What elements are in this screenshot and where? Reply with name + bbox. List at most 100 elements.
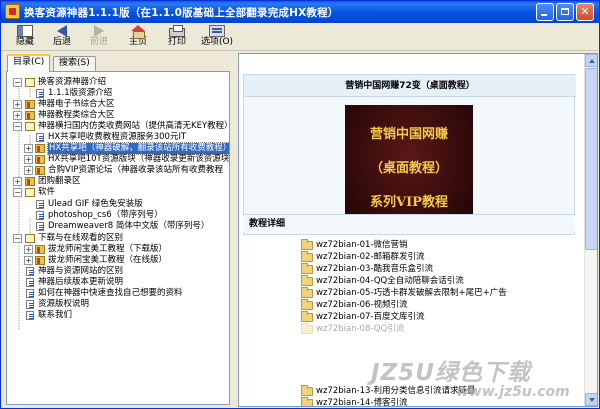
- open-book-icon: [25, 78, 35, 87]
- page-icon: [36, 211, 44, 220]
- collapse-icon[interactable]: −: [13, 122, 22, 131]
- options-button[interactable]: 选项(O): [195, 23, 239, 51]
- file-label: wz72bian-03-酷我音乐盒引流: [316, 264, 434, 274]
- tree-item-label: 神器后续版本更新说明: [38, 277, 124, 287]
- close-button[interactable]: ✕: [576, 3, 594, 21]
- scroll-up-icon: [589, 59, 595, 63]
- tree-item-label: 团购翻录区: [38, 176, 81, 186]
- back-arrow-icon: [57, 25, 67, 37]
- tree-item-label: 合购VIP资源论坛（神器收录该站所有收费教程: [48, 165, 223, 175]
- page-icon: [26, 278, 34, 287]
- tab-search[interactable]: 搜索(S): [53, 56, 96, 71]
- print-button[interactable]: 打印: [158, 23, 196, 51]
- detail-heading: 教程详细: [243, 214, 575, 232]
- printer-icon: [169, 25, 185, 37]
- tree-item-label: HX共享吧收费教程资源服务300元IT: [48, 132, 187, 142]
- page-icon: [36, 200, 44, 209]
- cover-line: 系列VIP教程: [370, 195, 448, 210]
- closed-book-icon: [35, 155, 45, 164]
- expand-icon[interactable]: +: [13, 177, 22, 186]
- maximize-button[interactable]: [556, 3, 574, 21]
- tree-item-label: HX共享吧10T资源版块（神器收录更新该资源块所: [48, 154, 230, 164]
- expand-icon[interactable]: +: [24, 144, 33, 153]
- page-icon: [26, 300, 34, 309]
- navigation-pane: 目录(C) 搜索(S) − 换客资源神器介绍 1.1.1版资源介绍 + 神器电子…: [3, 52, 233, 407]
- file-label: wz72bian-06-视频引流: [316, 300, 408, 310]
- tree-item-label: photoshop_cs6（带序列号）: [48, 210, 163, 220]
- page-icon: [26, 311, 34, 320]
- file-label: wz72bian-05-巧透卡群发破解去限制+尾巴+广告: [316, 288, 507, 298]
- folder-icon: [301, 239, 313, 250]
- collapse-icon[interactable]: −: [13, 234, 22, 243]
- home-icon: [130, 25, 146, 39]
- close-icon: ✕: [580, 5, 590, 18]
- title-bar[interactable]: 换客资源神器1.1.1版（在1.1.0版基础上全部翻录完成HX教程） ✕: [1, 1, 599, 23]
- watermark-title: JZ5U绿色下载: [371, 360, 531, 386]
- nav-tabs: 目录(C) 搜索(S): [5, 54, 231, 72]
- back-button[interactable]: 后退: [43, 23, 81, 51]
- folder-icon: [301, 275, 313, 286]
- minimize-button[interactable]: [536, 3, 554, 21]
- cover-line: 营销中国网赚: [369, 127, 448, 142]
- expand-icon[interactable]: +: [24, 155, 33, 164]
- page-icon: [36, 89, 44, 98]
- vertical-scrollbar[interactable]: [584, 54, 597, 406]
- expand-icon[interactable]: +: [24, 245, 33, 254]
- maximize-icon: [561, 8, 569, 15]
- expand-icon[interactable]: +: [13, 111, 22, 120]
- tree-item-label: 资源版权说明: [38, 299, 90, 309]
- forward-button[interactable]: 前进: [80, 23, 118, 51]
- page-icon: [36, 133, 44, 142]
- forward-arrow-icon: [94, 25, 104, 37]
- scroll-up-button[interactable]: [585, 54, 597, 67]
- open-book-icon: [25, 122, 35, 131]
- scroll-thumb[interactable]: [585, 68, 597, 250]
- scroll-down-button[interactable]: [585, 393, 597, 406]
- expand-icon[interactable]: +: [13, 100, 22, 109]
- open-book-icon: [25, 188, 35, 197]
- tree-item-label: 下载与在线观看的区别: [38, 233, 124, 243]
- back-label: 后退: [52, 37, 71, 47]
- closed-book-icon: [25, 111, 35, 120]
- file-label: wz72bian-08-QQ引流: [316, 324, 405, 334]
- closed-book-icon: [25, 100, 35, 109]
- folder-icon: [301, 323, 313, 334]
- collapse-icon[interactable]: −: [13, 188, 22, 197]
- home-button[interactable]: 主页: [119, 23, 157, 51]
- folder-icon: [301, 263, 313, 274]
- closed-book-icon: [35, 144, 45, 153]
- hide-button[interactable]: 隐藏: [6, 23, 44, 51]
- hide-label: 隐藏: [15, 37, 34, 47]
- expand-icon[interactable]: +: [24, 166, 33, 175]
- file-label: wz72bian-13-利用分类信息引流请求链量: [316, 386, 476, 396]
- folder-icon: [301, 397, 313, 406]
- app-icon: [5, 4, 20, 19]
- expand-icon[interactable]: +: [24, 256, 33, 265]
- folder-icon: [301, 299, 313, 310]
- hide-pane-icon: [17, 25, 33, 37]
- scroll-down-icon: [589, 398, 595, 402]
- tree-item-label: 拔龙师闲宝美工教程（在线版）: [48, 255, 168, 265]
- tab-contents[interactable]: 目录(C): [7, 54, 51, 72]
- closed-book-icon: [25, 177, 35, 186]
- contents-tree[interactable]: − 换客资源神器介绍 1.1.1版资源介绍 + 神器电子书综合大区 + 神器教程…: [6, 71, 230, 405]
- file-label: wz72bian-01-微信营销: [316, 240, 408, 250]
- folder-icon: [301, 385, 313, 396]
- folder-icon: [301, 311, 313, 322]
- closed-book-icon: [35, 256, 45, 265]
- file-label: wz72bian-02-邮箱群发引流: [316, 252, 425, 262]
- print-label: 打印: [167, 37, 186, 47]
- tree-item-label: 神器横扫国内仿类收费网站（提供高清无KEY教程）: [38, 121, 230, 131]
- tree-item-label: 神器教程类综合大区: [38, 110, 115, 120]
- file-label: wz72bian-14-博客引流: [316, 398, 408, 407]
- file-label: wz72bian-04-QQ全自动陪聊会话引流: [316, 276, 464, 286]
- tree-item-label: Dreamweaver8 简体中文版（带序列号）: [48, 221, 210, 231]
- tree-item-label: HX共享吧（神器破解，翻录该站所有收费教程）: [46, 142, 229, 155]
- cover-image: 营销中国网赚 （桌面教程） 系列VIP教程: [345, 105, 473, 232]
- tree-item-label: Ulead GIF 绿色免安装版: [48, 199, 143, 209]
- collapse-icon[interactable]: −: [13, 78, 22, 87]
- options-icon: [209, 25, 225, 37]
- closed-book-icon: [35, 245, 45, 254]
- tree-item-label: 换客资源神器介绍: [38, 77, 107, 87]
- open-book-icon: [25, 234, 35, 243]
